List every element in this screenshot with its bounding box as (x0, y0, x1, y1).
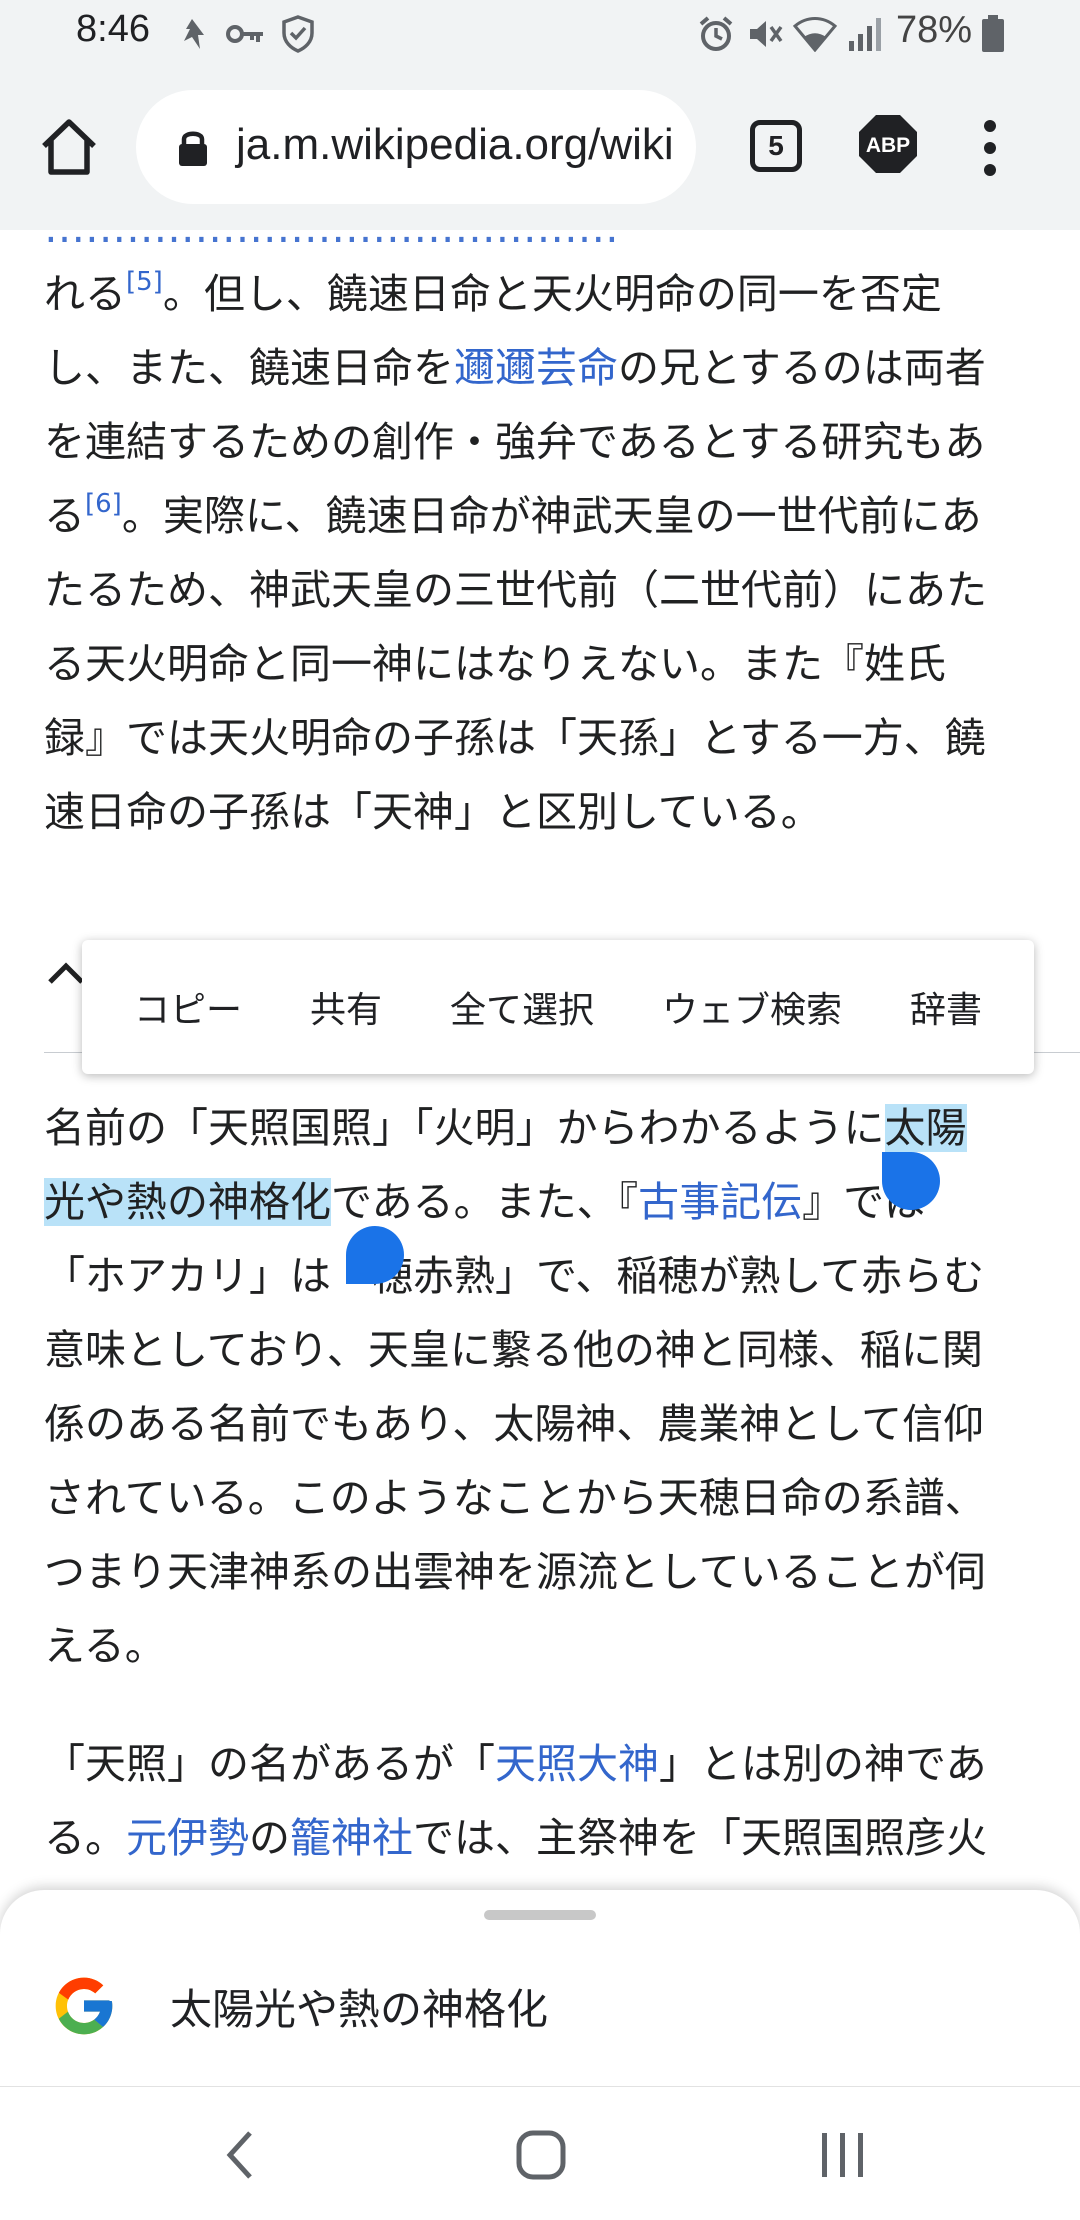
sheet-drag-handle[interactable] (484, 1910, 596, 1920)
para2-line4: 意味としており、天皇に繋る他の神と同様、稲に関 (44, 1326, 983, 1374)
browser-toolbar: ja.m.wikipedia.org/wiki 5 ABP (0, 68, 1080, 230)
home-nav-icon[interactable] (516, 2127, 566, 2183)
selection-handle-end[interactable] (346, 1226, 404, 1284)
mute-icon (744, 14, 784, 54)
para2-line3: 「ホアカリ」は「穂赤熟」で、稲穂が熟して赤らむ (44, 1252, 985, 1300)
adblock-icon[interactable]: ABP (858, 114, 918, 174)
para2-line8: える。 (44, 1622, 166, 1670)
battery-percent: 78% (896, 9, 973, 51)
para3-line2: る。元伊勢の籠神社では、主祭神を「天照国照彦火 (44, 1814, 987, 1862)
selection-handle-start[interactable] (882, 1152, 940, 1210)
more-menu-icon[interactable] (978, 116, 1002, 180)
shield-icon (280, 14, 316, 54)
link-amaterasu[interactable]: 天照大神 (495, 1740, 659, 1788)
menu-copy[interactable]: コピー (134, 981, 242, 1033)
search-query-text[interactable]: 太陽光や熱の神格化 (170, 1976, 548, 2037)
adblock-label: ABP (866, 134, 910, 157)
recents-icon[interactable] (818, 2127, 868, 2183)
text-selection-menu: コピー 共有 全て選択 ウェブ検索 辞書 (82, 940, 1034, 1074)
para2-line5: 係のある名前でもあり、太陽神、農業神として信仰 (44, 1400, 985, 1448)
tab-switcher-button[interactable]: 5 (750, 120, 802, 172)
para1-line6: る天火明命と同一神にはなりえない。また『姓氏 (44, 640, 946, 688)
para1-line5: たるため、神武天皇の三世代前（二世代前）にあた (44, 566, 987, 614)
menu-dictionary[interactable]: 辞書 (910, 981, 982, 1033)
para2-line7: つまり天津神系の出雲神を源流としていることが伺 (44, 1548, 986, 1596)
para2-line1: 名前の「天照国照」「火明」からわかるように太陽 (44, 1104, 967, 1152)
menu-select-all[interactable]: 全て選択 (450, 981, 594, 1033)
para1-line7: 録』では天火明命の子孫は「天孫」とする一方、饒 (44, 714, 986, 762)
menu-share[interactable]: 共有 (310, 981, 382, 1033)
ref-5-link[interactable]: [5] (126, 267, 163, 297)
para1-line4: る[6]。実際に、饒速日命が神武天皇の一世代前にあ (44, 489, 982, 540)
para1-line1: れる[5]。但し、饒速日命と天火明命の同一を否定 (44, 267, 942, 318)
link-kojikiden[interactable]: 古事記伝 (638, 1178, 802, 1226)
selected-text-part2[interactable]: 光や熱の神格化 (44, 1178, 331, 1226)
selected-text-part1[interactable]: 太陽 (884, 1104, 967, 1152)
link-kono-jinja[interactable]: 籠神社 (290, 1814, 413, 1862)
battery-icon (980, 14, 1006, 54)
url-bar[interactable]: ja.m.wikipedia.org/wiki (136, 90, 696, 204)
para2-line6: されている。このようなことから天穂日命の系譜、 (44, 1474, 986, 1522)
home-icon[interactable] (38, 116, 100, 178)
para1-line3: を連結するための創作・強弁であるとする研究もあ (44, 418, 986, 466)
lock-icon (176, 128, 210, 168)
para1-line2: し、また、饒速日命を邇邇芸命の兄とするのは両者 (44, 344, 986, 392)
alarm-icon (696, 14, 736, 54)
menu-web-search[interactable]: ウェブ検索 (662, 981, 842, 1033)
url-text[interactable]: ja.m.wikipedia.org/wiki (236, 120, 674, 170)
system-nav-bar (0, 2086, 1080, 2220)
para2-line2: 光や熱の神格化である。また、『古事記伝』では (44, 1178, 926, 1226)
section-collapse-icon[interactable] (46, 958, 86, 988)
search-sheet[interactable]: 太陽光や熱の神格化 (0, 1890, 1080, 2086)
signal-icon (846, 14, 886, 54)
para1-line8: 速日命の子孫は「天神」と区別している。 (44, 788, 822, 836)
status-bar: 8:46 78% (0, 0, 1080, 68)
ref-6-link[interactable]: [6] (85, 489, 122, 519)
status-time: 8:46 (76, 8, 150, 50)
back-icon[interactable] (222, 2127, 258, 2183)
clipped-line: ‥‥‥‥‥‥‥‥‥‥‥‥‥‥‥‥‥‥‥‥‥ (44, 230, 619, 252)
wifi-icon (792, 14, 838, 54)
notification-icon (176, 14, 208, 54)
link-ninigi[interactable]: 邇邇芸命 (454, 344, 618, 392)
para3-line1: 「天照」の名があるが「天照大神」とは別の神であ (44, 1740, 987, 1788)
link-motoise[interactable]: 元伊勢 (126, 1814, 249, 1862)
google-icon (50, 1972, 118, 2040)
key-icon (226, 14, 266, 54)
